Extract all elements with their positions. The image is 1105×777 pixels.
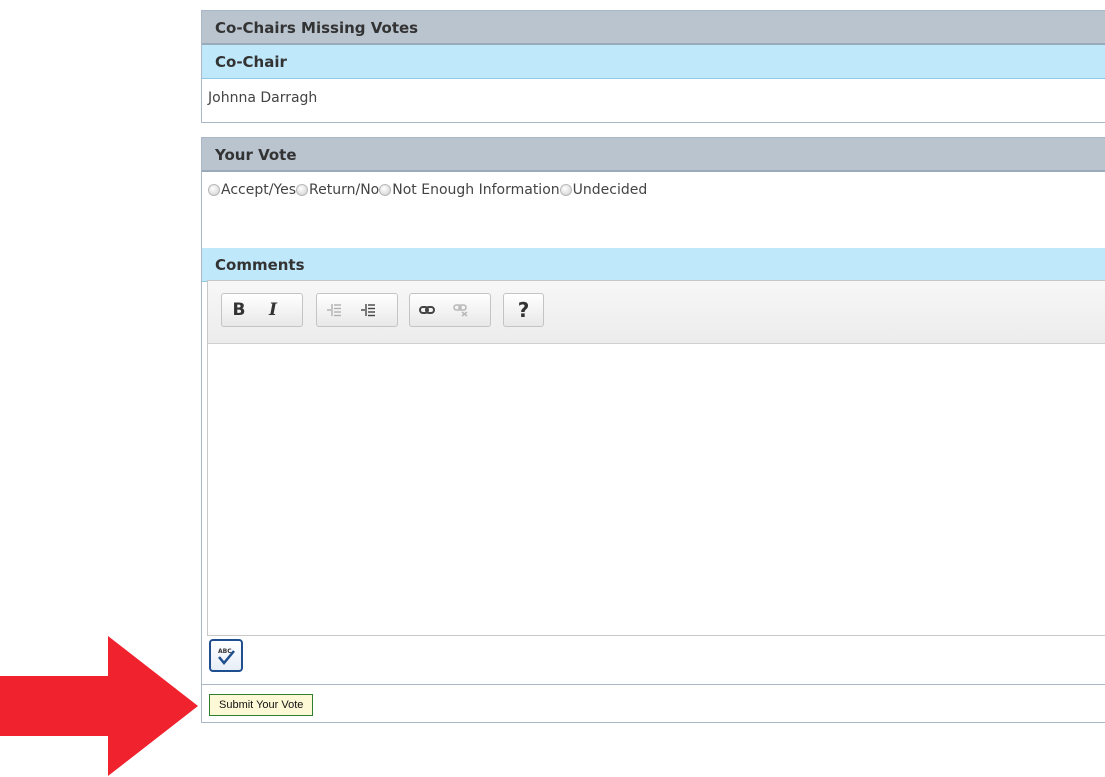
submit-vote-button[interactable]: Submit Your Vote — [209, 694, 314, 716]
indent-icon — [361, 304, 375, 317]
comments-textarea[interactable] — [208, 344, 1105, 635]
bold-button[interactable]: B — [222, 294, 256, 326]
indent-group — [316, 293, 398, 327]
co-chair-row: Johnna Darragh — [208, 90, 318, 106]
red-arrow-annotation — [0, 636, 198, 776]
unlink-icon — [453, 304, 468, 317]
vote-option-undecided-label: Undecided — [572, 182, 648, 198]
vote-option-undecided[interactable]: Undecided — [559, 182, 648, 198]
your-vote-panel: Your Vote Accept/Yes Return/No Not Enough … — [201, 137, 1105, 723]
vote-option-not-enough-info[interactable]: Not Enough Information — [379, 182, 560, 198]
red-arrow-shape — [0, 636, 198, 776]
outdent-icon — [327, 304, 341, 317]
help-icon: ? — [517, 298, 530, 322]
italic-button[interactable]: I — [256, 294, 290, 326]
link-icon — [419, 306, 435, 314]
missing-votes-panel: Co-Chairs Missing Votes Co-Chair Johnna … — [201, 10, 1105, 123]
missing-votes-title: Co-Chairs Missing Votes — [202, 11, 1105, 45]
bold-icon: B — [232, 300, 246, 320]
submit-separator — [202, 684, 1105, 685]
link-group — [409, 293, 491, 327]
outdent-button[interactable] — [317, 294, 351, 326]
help-button[interactable]: ? — [504, 294, 543, 326]
vote-option-return-label: Return/No — [309, 182, 380, 198]
link-button[interactable] — [410, 294, 444, 326]
italic-icon: I — [269, 300, 277, 320]
vote-option-accept[interactable]: Accept/Yes — [208, 182, 296, 198]
comments-title: Comments — [202, 248, 1105, 282]
help-group: ? — [503, 293, 544, 327]
vote-option-accept-label: Accept/Yes — [221, 182, 297, 198]
co-chair-column-header: Co-Chair — [202, 45, 1105, 79]
vote-options: Accept/Yes Return/No Not Enough Informatio… — [202, 172, 1105, 248]
radio-return[interactable] — [296, 184, 309, 196]
indent-button[interactable] — [351, 294, 385, 326]
editor-toolbar: B I ? — [208, 281, 1105, 344]
spellcheck-button[interactable]: ABC — [209, 639, 243, 672]
spellcheck-icon: ABC — [218, 648, 235, 665]
format-group: B I — [221, 293, 303, 327]
radio-not-enough-info[interactable] — [379, 184, 392, 196]
unlink-button[interactable] — [444, 294, 478, 326]
your-vote-title: Your Vote — [202, 138, 1105, 172]
vote-option-return[interactable]: Return/No — [296, 182, 379, 198]
vote-option-not-enough-info-label: Not Enough Information — [392, 182, 560, 198]
comments-editor: B I ? — [207, 280, 1105, 636]
radio-undecided[interactable] — [559, 184, 572, 196]
radio-accept[interactable] — [208, 184, 220, 196]
